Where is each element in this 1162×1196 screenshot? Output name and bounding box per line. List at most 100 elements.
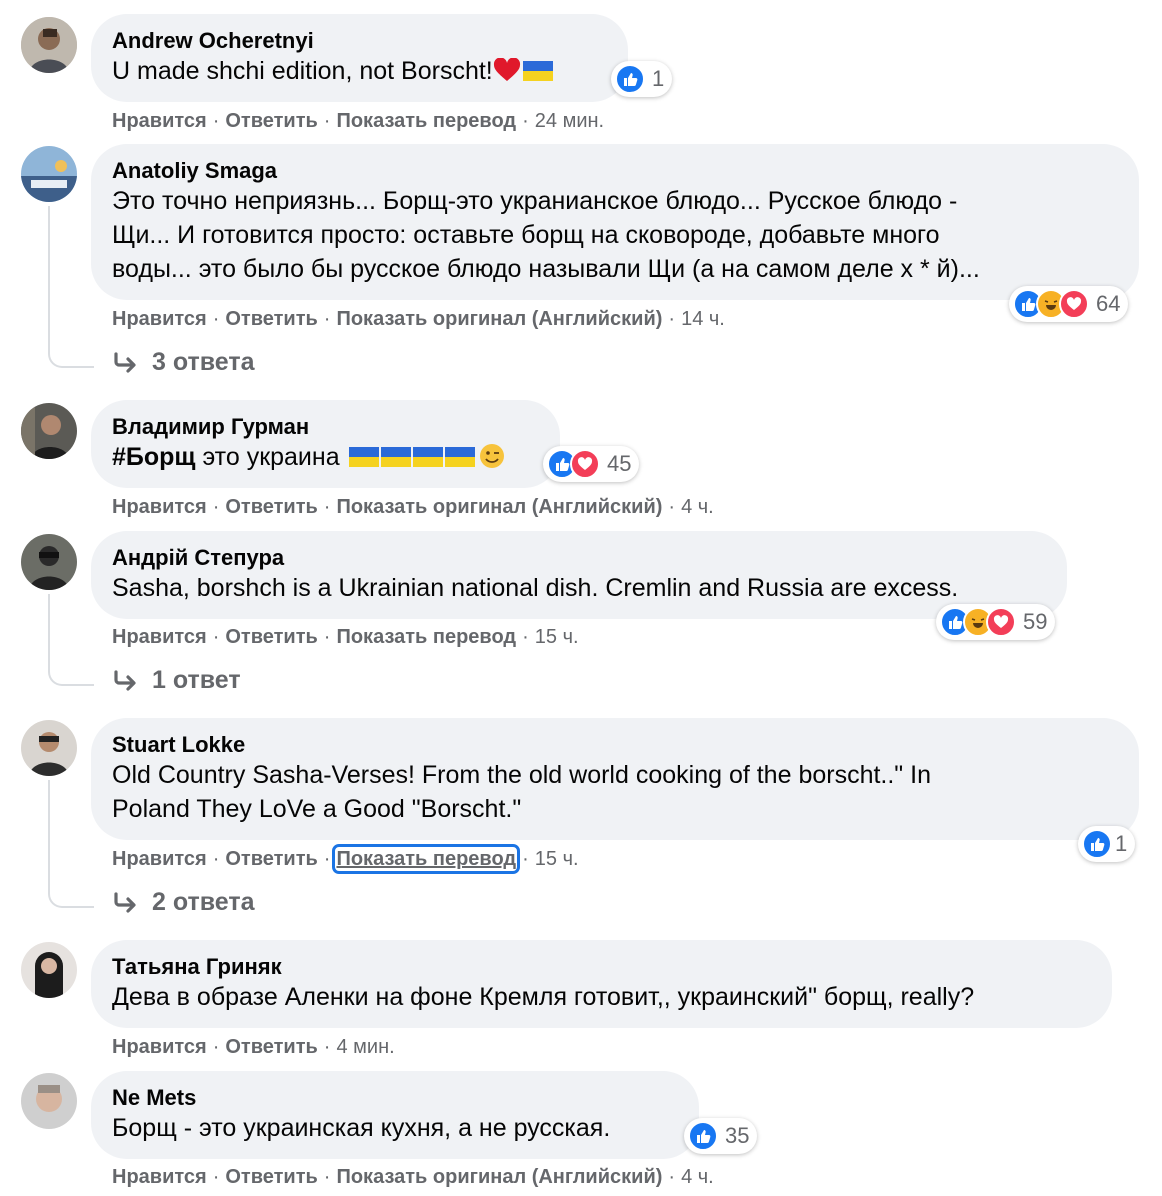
separator: · [323,1166,331,1188]
like-link[interactable]: Нравится [112,496,207,518]
comment-author[interactable]: Stuart Lokke [112,732,1117,758]
comment-author[interactable]: Andrew Ocheretnyi [112,28,606,54]
comment-bubble: Ne Mets Борщ - это украинская кухня, а н… [91,1071,699,1159]
like-reaction-icon [688,1121,718,1151]
show-original-link[interactable]: Показать оригинал (Английский) [336,1166,662,1188]
avatar[interactable] [21,1073,77,1129]
comment-timestamp[interactable]: 4 мин. [336,1036,394,1058]
comment-author[interactable]: Anatoliy Smaga [112,158,1117,184]
separator: · [212,1166,220,1188]
comment-bubble: Andrew Ocheretnyi U made shchi edition, … [91,14,628,102]
show-translation-link[interactable]: Показать перевод [336,626,516,648]
separator: · [668,1166,676,1188]
comment-actions: Нравится · Ответить · Показать перевод · 15 ч. [112,844,579,874]
comment-text-line: Это точно неприязнь... Борщ-это украниан… [112,187,958,215]
reply-link[interactable]: Ответить [225,496,317,518]
separator: · [522,848,529,870]
avatar[interactable] [21,403,77,459]
reaction-summary[interactable]: 64 [1009,286,1129,322]
comment-bubble: Anatoliy Smaga Это точно неприязнь... Бо… [91,144,1139,300]
replies-count-label: 1 ответ [152,666,241,694]
show-original-link[interactable]: Показать оригинал (Английский) [336,496,662,518]
comment-text-line: Poland They LoVe a Good "Borscht." [112,795,522,823]
comment-actions: Нравится · Ответить · 4 мин. [112,1035,395,1059]
separator: · [323,1036,331,1058]
reaction-count: 1 [1115,831,1128,856]
reply-thread-line [48,594,94,686]
like-link[interactable]: Нравится [112,626,207,648]
comment-timestamp[interactable]: 4 ч. [681,1166,714,1188]
ukraine-flag-icon [412,447,443,467]
love-reaction-icon [986,607,1016,637]
separator: · [668,496,676,518]
separator: · [323,308,331,330]
reply-link[interactable]: Ответить [225,110,317,132]
separator: · [212,110,220,132]
comment-timestamp[interactable]: 24 мин. [535,110,604,132]
reply-link[interactable]: Ответить [225,1036,317,1058]
ukraine-flag-icon [380,447,411,467]
reaction-count: 45 [607,451,632,476]
view-replies-button[interactable]: 2 ответа [112,888,255,917]
comment-bubble: Владимир Гурман #Борщ это украина [91,400,560,488]
avatar[interactable] [21,534,77,590]
reply-arrow-icon [114,891,136,913]
comment-author[interactable]: Владимир Гурман [112,414,538,440]
reaction-summary[interactable]: 1 [1078,826,1136,862]
separator: · [212,848,220,870]
separator: · [522,626,529,648]
like-reaction-icon [615,64,645,94]
comment-timestamp[interactable]: 14 ч. [681,308,725,330]
hashtag-link[interactable]: #Борщ [112,443,196,471]
avatar[interactable] [21,17,77,73]
comment-author[interactable]: Татьяна Гриняк [112,954,1090,980]
avatar[interactable] [21,146,77,202]
show-translation-link[interactable]: Показать перевод [336,110,516,132]
separator: · [323,496,331,518]
reply-link[interactable]: Ответить [225,308,317,330]
reaction-summary[interactable]: 1 [611,61,673,97]
ukraine-flag-icon [444,447,475,467]
comment-bubble: Татьяна Гриняк Дева в образе Аленки на ф… [91,940,1112,1028]
show-translation-link[interactable]: Показать перевод [332,844,521,874]
reply-link[interactable]: Ответить [225,1166,317,1188]
comment-text-line: Old Country Sasha-Verses! From the old w… [112,761,931,789]
like-link[interactable]: Нравится [112,1166,207,1188]
reply-thread-line [48,780,94,908]
comment-text-line: U made shchi edition, not Borscht! [112,57,493,85]
comment-timestamp[interactable]: 15 ч. [535,848,579,870]
reply-thread-line [48,206,94,368]
view-replies-button[interactable]: 1 ответ [112,666,241,695]
view-replies-button[interactable]: 3 ответа [112,348,255,377]
show-original-link[interactable]: Показать оригинал (Английский) [336,308,662,330]
comment-actions: Нравится · Ответить · Показать перевод · 15 ч. [112,625,579,649]
reaction-summary[interactable]: 45 [543,446,640,482]
reply-link[interactable]: Ответить [225,848,317,870]
like-reaction-icon [1082,829,1112,859]
avatar[interactable] [21,720,77,776]
reaction-summary[interactable]: 35 [684,1118,758,1154]
reaction-summary[interactable]: 59 [936,604,1056,640]
comment-timestamp[interactable]: 4 ч. [681,496,714,518]
separator: · [212,308,220,330]
ukraine-flag-icon [348,447,379,467]
separator: · [323,626,331,648]
avatar[interactable] [21,942,77,998]
like-link[interactable]: Нравится [112,308,207,330]
reply-link[interactable]: Ответить [225,626,317,648]
reaction-count: 59 [1023,609,1048,634]
comment-text: U made shchi edition, not Borscht! [112,54,606,88]
like-link[interactable]: Нравится [112,848,207,870]
comment-bubble: Stuart Lokke Old Country Sasha-Verses! F… [91,718,1139,840]
reaction-count: 64 [1096,291,1121,316]
replies-count-label: 3 ответа [152,348,255,376]
comment-author[interactable]: Ne Mets [112,1085,677,1111]
comment-timestamp[interactable]: 15 ч. [535,626,579,648]
like-link[interactable]: Нравится [112,1036,207,1058]
separator: · [212,496,220,518]
love-reaction-icon [1059,289,1089,319]
comment-text-line: Борщ - это украинская кухня, а не русска… [112,1114,611,1142]
comment-author[interactable]: Андрій Степура [112,545,1045,571]
ukraine-flag-icon [522,61,553,81]
like-link[interactable]: Нравится [112,110,207,132]
